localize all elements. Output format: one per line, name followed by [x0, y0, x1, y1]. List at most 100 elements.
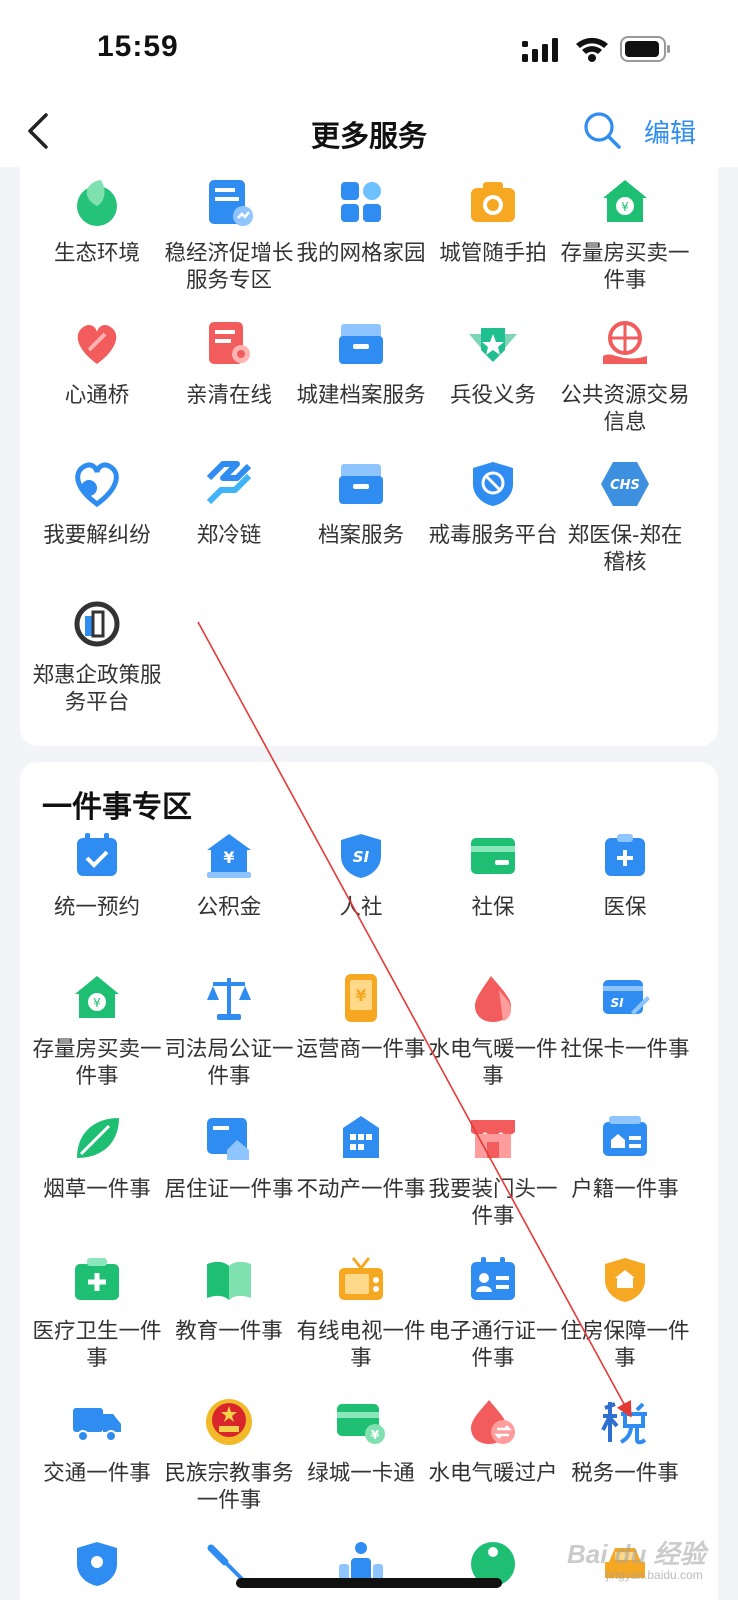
service-item[interactable]: 民族宗教事务一件事: [162, 1396, 296, 1514]
tobacco-leaf-icon: [77, 1118, 119, 1158]
cellular-signal-icon: [522, 38, 558, 62]
services-card: 生态环境 稳经济促增长服务专区 我的网格家园 城管随手拍 ¥ 存量房买卖一件事 …: [20, 152, 718, 746]
housing-security-shield-icon: [605, 1258, 645, 1302]
household-register-icon: [603, 1116, 647, 1156]
one-thing-zone-card: 一件事专区 统一预约 ¥ 公积金 SI 人社 社保 医保 ¥ 存量房买卖一件事 …: [20, 762, 718, 1600]
water-drop-icon: [475, 976, 511, 1022]
service-item[interactable]: CHS 郑医保-郑在稽核: [558, 458, 692, 576]
service-item[interactable]: 居住证一件事: [162, 1112, 296, 1203]
police-shield-icon: [77, 1542, 117, 1586]
service-item[interactable]: ¥ 存量房买卖一件事: [558, 176, 692, 294]
social-card-edit-icon: SI: [603, 980, 650, 1015]
real-estate-building-icon: [343, 1116, 379, 1158]
watermark-url: jingyan.baidu.com: [606, 1568, 703, 1582]
svg-text:¥: ¥: [223, 848, 234, 867]
military-badge-icon: [469, 328, 517, 362]
service-item[interactable]: 公共资源交易信息: [558, 318, 692, 436]
service-item[interactable]: 档案服务: [294, 458, 428, 549]
archive-box-icon: [339, 324, 383, 364]
globe-hand-icon: [603, 321, 647, 364]
service-item[interactable]: ¥ 运营商一件事: [294, 972, 428, 1063]
medical-clipboard-icon: [605, 834, 645, 876]
eco-environment-icon: [77, 180, 117, 226]
svg-text:¥: ¥: [621, 200, 629, 214]
calendar-check-icon: [77, 833, 117, 876]
delivery-truck-icon: [73, 1408, 121, 1442]
service-item[interactable]: 我要装门头一件事: [426, 1112, 560, 1230]
service-item[interactable]: 电子通行证一件事: [426, 1254, 560, 1372]
service-item[interactable]: 生态环境: [30, 176, 164, 267]
page-title: 更多服务: [310, 121, 427, 153]
svg-text:SI: SI: [610, 996, 624, 1010]
service-item[interactable]: 城管随手拍: [426, 176, 560, 267]
service-item[interactable]: [30, 1538, 164, 1590]
service-item[interactable]: 住房保障一件事: [558, 1254, 692, 1372]
svg-text:¥: ¥: [371, 1428, 380, 1442]
residence-permit-icon: [207, 1118, 249, 1160]
service-item[interactable]: 稳经济促增长服务专区: [162, 176, 296, 294]
service-item[interactable]: 社保: [426, 830, 560, 921]
service-item[interactable]: 戒毒服务平台: [426, 458, 560, 549]
service-item[interactable]: ¥ 公积金: [162, 830, 296, 921]
camera-icon: [471, 182, 515, 222]
medical-box-icon: [75, 1258, 119, 1300]
archive-service-icon: [339, 464, 383, 504]
service-item[interactable]: 交通一件事: [30, 1396, 164, 1487]
search-icon[interactable]: [582, 110, 622, 150]
cable-tv-icon: [339, 1257, 383, 1300]
service-item[interactable]: SI 社保卡一件事: [558, 972, 692, 1063]
green-city-card-icon: ¥: [337, 1404, 385, 1444]
svg-text:¥: ¥: [355, 986, 366, 1005]
grid-home-icon: [341, 182, 381, 222]
service-item[interactable]: 有线电视一件事: [294, 1254, 428, 1372]
service-item[interactable]: 医保: [558, 830, 692, 921]
wifi-icon: [576, 37, 608, 62]
service-item[interactable]: 医疗卫生一件事: [30, 1254, 164, 1372]
watermark: Bai du 经验: [567, 1539, 706, 1569]
service-item[interactable]: 税务一件事: [558, 1396, 692, 1487]
service-item[interactable]: 烟草一件事: [30, 1112, 164, 1203]
svg-text:CHS: CHS: [610, 478, 640, 493]
home-indicator[interactable]: [236, 1578, 502, 1588]
cold-chain-icon: [206, 461, 252, 505]
service-item[interactable]: ¥ 绿城一卡通: [294, 1396, 428, 1487]
status-bar: 15:59: [0, 0, 738, 95]
service-item[interactable]: 我要解纠纷: [30, 458, 164, 549]
certificate-icon: [209, 322, 250, 364]
service-item[interactable]: 亲清在线: [162, 318, 296, 409]
justice-scale-icon: [207, 978, 251, 1020]
pass-card-icon: [471, 1257, 515, 1300]
house-trade-icon: ¥: [75, 976, 119, 1018]
svg-text:SI: SI: [353, 848, 370, 866]
service-item[interactable]: 教育一件事: [162, 1254, 296, 1345]
service-item[interactable]: 水电气暖过户: [426, 1396, 560, 1487]
growth-document-icon: [209, 180, 253, 226]
service-item[interactable]: 郑惠企政策服务平台: [30, 598, 164, 716]
svg-text:¥: ¥: [93, 996, 101, 1010]
service-item[interactable]: 司法局公证一件事: [162, 972, 296, 1090]
service-item[interactable]: 郑冷链: [162, 458, 296, 549]
service-item[interactable]: 城建档案服务: [294, 318, 428, 409]
phone-yuan-icon: ¥: [345, 974, 377, 1022]
storefront-icon: [471, 1120, 515, 1158]
service-item[interactable]: 我的网格家园: [294, 176, 428, 267]
section-title: 一件事专区: [42, 791, 192, 824]
chs-medical-insurance-icon: CHS: [601, 462, 649, 506]
service-item[interactable]: 兵役义务: [426, 318, 560, 409]
service-item[interactable]: 心通桥: [30, 318, 164, 409]
service-item[interactable]: 不动产一件事: [294, 1112, 428, 1203]
social-security-shield-icon: SI: [341, 834, 381, 878]
service-item[interactable]: ¥ 存量房买卖一件事: [30, 972, 164, 1090]
battery-icon: [620, 36, 670, 62]
service-item[interactable]: 户籍一件事: [558, 1112, 692, 1203]
dispute-heart-icon: [75, 462, 119, 508]
heart-bridge-icon: [77, 324, 117, 364]
utility-transfer-icon: [471, 1400, 515, 1444]
service-item[interactable]: SI 人社: [294, 830, 428, 921]
service-item[interactable]: 统一预约: [30, 830, 164, 921]
service-item[interactable]: 水电气暖一件事: [426, 972, 560, 1090]
open-book-icon: [207, 1261, 251, 1300]
edit-button[interactable]: 编辑: [644, 113, 696, 150]
social-insurance-card-icon: [471, 838, 515, 874]
national-emblem-icon: [206, 1399, 252, 1445]
